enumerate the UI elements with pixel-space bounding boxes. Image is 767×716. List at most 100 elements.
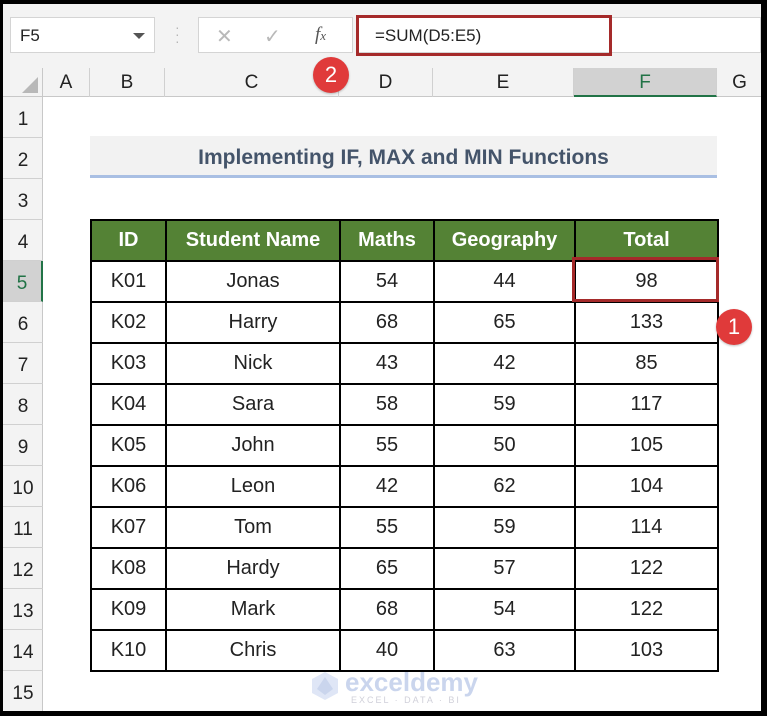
row-header-14[interactable]: 14 bbox=[3, 630, 43, 671]
enter-icon[interactable]: ✓ bbox=[264, 24, 281, 49]
cell-geography[interactable]: 65 bbox=[433, 301, 576, 344]
row-header-2[interactable]: 2 bbox=[3, 138, 43, 179]
cell-geography[interactable]: 63 bbox=[433, 629, 576, 672]
cell-student-name[interactable]: Sara bbox=[165, 383, 341, 426]
cell-student-name[interactable]: John bbox=[165, 424, 341, 467]
row-header-1[interactable]: 1 bbox=[3, 97, 43, 138]
cell-maths[interactable]: 40 bbox=[339, 629, 435, 672]
table-row: K09 Mark 68 54 122 bbox=[90, 588, 719, 631]
header-student-name[interactable]: Student Name bbox=[165, 219, 341, 262]
header-total[interactable]: Total bbox=[574, 219, 719, 262]
row-header-4[interactable]: 4 bbox=[3, 220, 43, 261]
fx-icon[interactable]: fx bbox=[315, 24, 326, 46]
column-header-b[interactable]: B bbox=[90, 68, 165, 97]
row-header-9[interactable]: 9 bbox=[3, 425, 43, 466]
cell-maths[interactable]: 68 bbox=[339, 588, 435, 631]
cell-id[interactable]: K10 bbox=[90, 629, 167, 672]
cell-geography[interactable]: 62 bbox=[433, 465, 576, 508]
cell-total[interactable]: 104 bbox=[574, 465, 719, 508]
column-header-e[interactable]: E bbox=[433, 68, 574, 97]
watermark-name: exceldemy bbox=[345, 667, 478, 697]
row-header-10[interactable]: 10 bbox=[3, 466, 43, 507]
row-header-13[interactable]: 13 bbox=[3, 589, 43, 630]
select-all-button[interactable] bbox=[3, 68, 43, 97]
cell-total[interactable]: 105 bbox=[574, 424, 719, 467]
cell-geography[interactable]: 59 bbox=[433, 383, 576, 426]
name-box[interactable]: F5 bbox=[10, 17, 155, 53]
excel-window: F5 · · · ✕ ✓ fx =SUM(D5:E5) 2 A B C D E F … bbox=[3, 4, 761, 711]
formula-highlight-box bbox=[356, 15, 612, 56]
selected-cell-f5[interactable] bbox=[572, 257, 719, 302]
cell-student-name[interactable]: Nick bbox=[165, 342, 341, 385]
cell-id[interactable]: K01 bbox=[90, 260, 167, 303]
table-row: K05 John 55 50 105 bbox=[90, 424, 719, 467]
sheet-title[interactable]: Implementing IF, MAX and MIN Functions bbox=[90, 136, 717, 178]
cancel-icon[interactable]: ✕ bbox=[216, 24, 233, 49]
cell-total[interactable]: 117 bbox=[574, 383, 719, 426]
cell-id[interactable]: K05 bbox=[90, 424, 167, 467]
column-header-a[interactable]: A bbox=[43, 68, 90, 97]
table-row: K04 Sara 58 59 117 bbox=[90, 383, 719, 426]
row-header-3[interactable]: 3 bbox=[3, 179, 43, 220]
cell-geography[interactable]: 54 bbox=[433, 588, 576, 631]
cell-maths[interactable]: 42 bbox=[339, 465, 435, 508]
cell-id[interactable]: K09 bbox=[90, 588, 167, 631]
cell-geography[interactable]: 59 bbox=[433, 506, 576, 549]
column-header-g[interactable]: G bbox=[717, 68, 761, 97]
cell-maths[interactable]: 65 bbox=[339, 547, 435, 590]
header-maths[interactable]: Maths bbox=[339, 219, 435, 262]
cell-id[interactable]: K03 bbox=[90, 342, 167, 385]
cell-id[interactable]: K07 bbox=[90, 506, 167, 549]
column-header-f[interactable]: F bbox=[574, 68, 717, 97]
table-row: K08 Hardy 65 57 122 bbox=[90, 547, 719, 590]
cell-student-name[interactable]: Jonas bbox=[165, 260, 341, 303]
watermark-tagline: EXCEL · DATA · BI bbox=[351, 695, 461, 705]
exceldemy-logo-icon bbox=[312, 672, 338, 700]
cell-id[interactable]: K04 bbox=[90, 383, 167, 426]
row-headers: 1 2 3 4 5 6 7 8 9 10 11 12 13 14 15 bbox=[3, 97, 43, 711]
row-header-5[interactable]: 5 bbox=[3, 261, 43, 302]
cell-maths[interactable]: 54 bbox=[339, 260, 435, 303]
cell-student-name[interactable]: Leon bbox=[165, 465, 341, 508]
cell-maths[interactable]: 68 bbox=[339, 301, 435, 344]
cell-maths[interactable]: 55 bbox=[339, 424, 435, 467]
cell-maths[interactable]: 58 bbox=[339, 383, 435, 426]
cell-student-name[interactable]: Mark bbox=[165, 588, 341, 631]
name-box-value: F5 bbox=[20, 26, 40, 45]
cell-total[interactable]: 122 bbox=[574, 547, 719, 590]
cell-total[interactable]: 114 bbox=[574, 506, 719, 549]
cell-id[interactable]: K02 bbox=[90, 301, 167, 344]
row-header-7[interactable]: 7 bbox=[3, 343, 43, 384]
cell-id[interactable]: K08 bbox=[90, 547, 167, 590]
row-header-6[interactable]: 6 bbox=[3, 302, 43, 343]
column-headers: A B C D E F G bbox=[3, 68, 761, 97]
cell-total[interactable]: 103 bbox=[574, 629, 719, 672]
cell-student-name[interactable]: Tom bbox=[165, 506, 341, 549]
header-id[interactable]: ID bbox=[90, 219, 167, 262]
cell-geography[interactable]: 57 bbox=[433, 547, 576, 590]
cell-maths[interactable]: 55 bbox=[339, 506, 435, 549]
select-all-triangle-icon bbox=[22, 77, 38, 93]
table-row: K07 Tom 55 59 114 bbox=[90, 506, 719, 549]
cell-maths[interactable]: 43 bbox=[339, 342, 435, 385]
cell-id[interactable]: K06 bbox=[90, 465, 167, 508]
formula-buttons: ✕ ✓ fx bbox=[198, 17, 353, 53]
header-geography[interactable]: Geography bbox=[433, 219, 576, 262]
row-header-15[interactable]: 15 bbox=[3, 671, 43, 711]
cell-geography[interactable]: 42 bbox=[433, 342, 576, 385]
drag-handle-icon[interactable]: · · · bbox=[175, 20, 180, 48]
cell-total[interactable]: 133 bbox=[574, 301, 719, 344]
row-header-11[interactable]: 11 bbox=[3, 507, 43, 548]
chevron-down-icon[interactable] bbox=[133, 33, 145, 39]
row-header-8[interactable]: 8 bbox=[3, 384, 43, 425]
cell-geography[interactable]: 50 bbox=[433, 424, 576, 467]
cell-student-name[interactable]: Harry bbox=[165, 301, 341, 344]
step-badge-1: 1 bbox=[716, 309, 752, 345]
cell-total[interactable]: 122 bbox=[574, 588, 719, 631]
cell-geography[interactable]: 44 bbox=[433, 260, 576, 303]
cell-student-name[interactable]: Hardy bbox=[165, 547, 341, 590]
cell-total[interactable]: 85 bbox=[574, 342, 719, 385]
column-header-d[interactable]: D bbox=[339, 68, 433, 97]
cell-student-name[interactable]: Chris bbox=[165, 629, 341, 672]
row-header-12[interactable]: 12 bbox=[3, 548, 43, 589]
